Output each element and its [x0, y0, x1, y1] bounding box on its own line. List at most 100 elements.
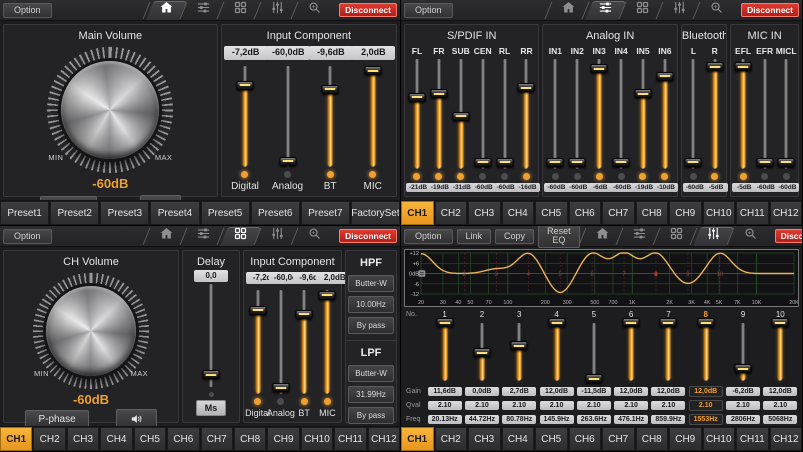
fader[interactable]	[237, 64, 253, 169]
hpf-type-button[interactable]: Butter-W	[348, 275, 394, 292]
channel-tab-ch3[interactable]: CH3	[468, 201, 501, 225]
fader[interactable]	[592, 57, 607, 171]
fader[interactable]	[757, 57, 772, 171]
channel-volume-knob[interactable]	[46, 286, 136, 376]
preset-tab[interactable]: Preset7	[301, 201, 350, 225]
fader-handle[interactable]	[623, 318, 640, 327]
fader[interactable]	[736, 57, 751, 171]
fader-handle[interactable]	[634, 89, 651, 98]
preset-tab[interactable]: Preset3	[100, 201, 149, 225]
fader-handle[interactable]	[474, 158, 491, 167]
fader[interactable]	[779, 57, 794, 171]
channel-tab-ch11[interactable]: CH11	[736, 201, 769, 225]
channel-tab-ch3[interactable]: CH3	[468, 427, 501, 451]
fader-handle[interactable]	[518, 83, 535, 92]
channel-tab-ch5[interactable]: CH5	[134, 427, 166, 451]
fader[interactable]	[623, 321, 639, 383]
fader[interactable]	[707, 57, 722, 171]
fader[interactable]	[698, 321, 714, 383]
nav-tab-tools[interactable]	[698, 0, 735, 20]
fader[interactable]	[273, 288, 289, 396]
fader[interactable]	[570, 57, 585, 171]
channel-tab-ch7[interactable]: CH7	[602, 201, 635, 225]
channel-tab-ch1[interactable]: CH1	[401, 427, 434, 451]
channel-tab-ch12[interactable]: CH12	[770, 427, 803, 451]
fader[interactable]	[322, 64, 338, 169]
fader[interactable]	[511, 321, 527, 383]
fader-handle[interactable]	[436, 318, 453, 327]
channel-tab-ch1[interactable]: CH1	[0, 427, 32, 451]
fader-handle[interactable]	[772, 318, 789, 327]
preset-tab[interactable]: Preset4	[150, 201, 199, 225]
fader-handle[interactable]	[569, 158, 586, 167]
fader-handle[interactable]	[364, 66, 381, 75]
fader[interactable]	[365, 64, 381, 169]
channel-tab-ch3[interactable]: CH3	[67, 427, 99, 451]
hpf-bypass-button[interactable]: By pass	[348, 317, 394, 334]
fader-handle[interactable]	[613, 158, 630, 167]
fader-handle[interactable]	[452, 112, 469, 121]
fader-handle[interactable]	[735, 364, 752, 373]
fader-handle[interactable]	[319, 291, 336, 300]
fader-handle[interactable]	[706, 62, 723, 71]
fader-handle[interactable]	[697, 318, 714, 327]
eq-curve-graph[interactable]: 2345678910+12+60dB-6-1220304050701002003…	[404, 249, 799, 307]
fader-handle[interactable]	[249, 306, 266, 315]
fader-handle[interactable]	[685, 158, 702, 167]
fader-handle[interactable]	[511, 341, 528, 350]
channel-tab-ch10[interactable]: CH10	[301, 427, 333, 451]
channel-tab-ch11[interactable]: CH11	[736, 427, 769, 451]
lpf-type-button[interactable]: Butter-W	[348, 365, 394, 382]
fader-handle[interactable]	[473, 348, 490, 357]
hpf-freq-button[interactable]: 10.00Hz	[348, 296, 394, 313]
fader[interactable]	[280, 64, 296, 169]
channel-tab-ch9[interactable]: CH9	[669, 427, 702, 451]
channel-tab-ch8[interactable]: CH8	[636, 201, 669, 225]
channel-tab-ch4[interactable]: CH4	[502, 427, 535, 451]
nav-tab-tools[interactable]	[296, 0, 333, 20]
preset-tab[interactable]: Preset2	[50, 201, 99, 225]
fader-handle[interactable]	[656, 72, 673, 81]
delay-fader[interactable]	[203, 282, 219, 389]
fader[interactable]	[548, 57, 563, 171]
lpf-freq-button[interactable]: 31.99Hz	[348, 386, 394, 403]
option-button[interactable]: Option	[3, 3, 52, 18]
fader[interactable]	[475, 57, 490, 171]
channel-tab-ch7[interactable]: CH7	[602, 427, 635, 451]
fader-handle[interactable]	[236, 81, 253, 90]
channel-tab-ch8[interactable]: CH8	[234, 427, 266, 451]
channel-tab-ch5[interactable]: CH5	[535, 427, 568, 451]
fader-handle[interactable]	[735, 62, 752, 71]
fader[interactable]	[549, 321, 565, 383]
fader[interactable]	[437, 321, 453, 383]
fader-handle[interactable]	[585, 374, 602, 383]
channel-tab-ch12[interactable]: CH12	[368, 427, 400, 451]
fader-handle[interactable]	[778, 158, 795, 167]
channel-tab-ch5[interactable]: CH5	[535, 201, 568, 225]
fader[interactable]	[772, 321, 788, 383]
fader[interactable]	[735, 321, 751, 383]
fader[interactable]	[686, 57, 701, 171]
disconnect-button[interactable]: Disconnect	[339, 229, 397, 244]
preset-tab[interactable]: Preset6	[251, 201, 300, 225]
disconnect-button[interactable]: Disconnect	[339, 3, 397, 18]
fader-handle[interactable]	[279, 157, 296, 166]
channel-tab-ch1[interactable]: CH1	[401, 201, 434, 225]
channel-tab-ch6[interactable]: CH6	[569, 427, 602, 451]
fader[interactable]	[319, 288, 335, 396]
main-volume-knob[interactable]	[61, 61, 159, 159]
channel-tab-ch2[interactable]: CH2	[435, 427, 468, 451]
channel-tab-ch9[interactable]: CH9	[267, 427, 299, 451]
fader-handle[interactable]	[272, 383, 289, 392]
preset-tab[interactable]: Preset5	[201, 201, 250, 225]
disconnect-button[interactable]: Disconnect	[741, 3, 799, 18]
delay-unit-button[interactable]: Ms	[196, 400, 227, 416]
fader-handle[interactable]	[756, 158, 773, 167]
fader-handle[interactable]	[591, 64, 608, 73]
channel-tab-ch4[interactable]: CH4	[502, 201, 535, 225]
preset-tab[interactable]: FactorySet	[351, 201, 400, 225]
fader[interactable]	[250, 288, 266, 396]
channel-tab-ch2[interactable]: CH2	[435, 201, 468, 225]
copy-button[interactable]: Copy	[495, 229, 534, 244]
fader-handle[interactable]	[547, 158, 564, 167]
